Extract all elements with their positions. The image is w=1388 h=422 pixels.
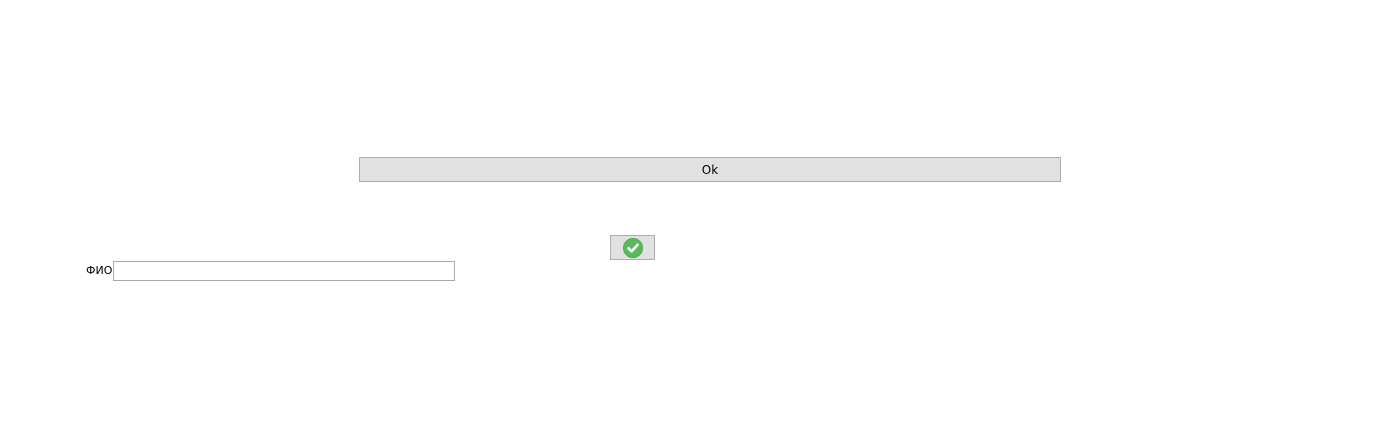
fio-input[interactable]	[113, 261, 455, 281]
ok-button[interactable]: Ok	[359, 157, 1061, 182]
confirm-button[interactable]	[610, 235, 655, 260]
checkmark-icon	[622, 237, 643, 258]
fio-label: ФИО	[86, 264, 113, 277]
